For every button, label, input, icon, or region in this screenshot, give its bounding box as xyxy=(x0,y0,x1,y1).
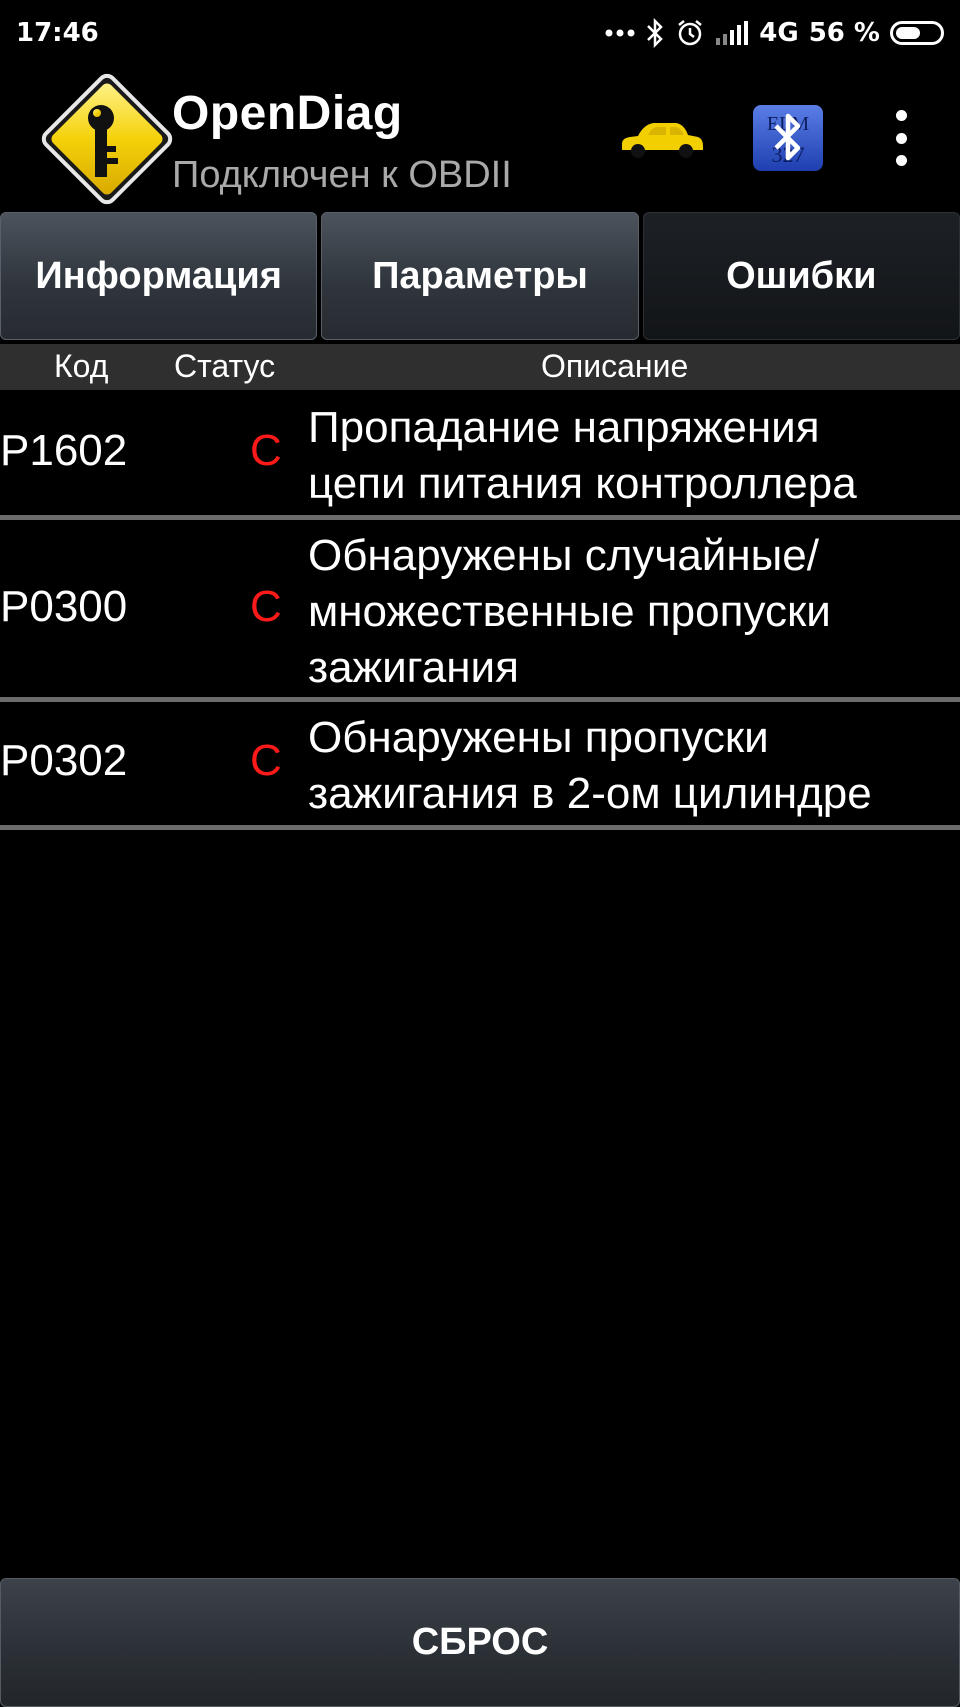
description-line: Обнаружены пропуски xyxy=(308,713,769,762)
app-title: OpenDiag xyxy=(172,87,403,140)
column-status: Статус xyxy=(174,348,276,384)
error-status: C xyxy=(250,736,282,785)
description-line: цепи питания контроллера xyxy=(308,459,857,508)
error-code: P0302 xyxy=(0,736,128,785)
description-line: Обнаружены случайные/ xyxy=(308,531,819,580)
description-line: множественные пропуски xyxy=(308,587,831,636)
description-line: зажигания в 2-ом цилиндре xyxy=(308,769,872,818)
signal-icon xyxy=(715,20,749,46)
tab-parameters[interactable]: Параметры xyxy=(321,212,639,340)
error-description: Обнаружены случайные/ множественные проп… xyxy=(308,528,958,696)
error-code: P1602 xyxy=(0,426,128,475)
column-description: Описание xyxy=(541,348,689,384)
battery-percent: 56 % xyxy=(808,18,880,48)
menu-dot xyxy=(895,110,907,121)
error-row[interactable]: P0300 C Обнаружены случайные/ множествен… xyxy=(0,520,960,702)
status-icons: 4G 56 % xyxy=(605,18,944,48)
battery-level xyxy=(896,27,920,39)
error-status: C xyxy=(250,426,282,475)
key-warning-sign-icon xyxy=(40,72,174,206)
more-vert-icon[interactable] xyxy=(884,110,918,166)
elm327-bluetooth-icon[interactable]: ELM 327 xyxy=(752,104,824,177)
error-list: P1602 C Пропадание напряжения цепи питан… xyxy=(0,392,960,830)
error-description: Пропадание напряжения цепи питания контр… xyxy=(308,400,958,512)
tab-information[interactable]: Информация xyxy=(0,212,318,340)
alarm-icon xyxy=(675,18,705,48)
status-bar: 17:46 4G 56 % xyxy=(0,0,960,66)
tab-bar: Информация Параметры Ошибки xyxy=(0,212,960,340)
column-code: Код xyxy=(54,348,109,384)
error-description: Обнаружены пропуски зажигания в 2-ом цил… xyxy=(308,710,958,822)
reset-button[interactable]: СБРОС xyxy=(0,1578,960,1707)
status-time: 17:46 xyxy=(16,18,99,48)
error-status: C xyxy=(250,582,282,631)
error-code: P0300 xyxy=(0,582,128,631)
car-icon[interactable] xyxy=(618,116,704,165)
table-header: Код Статус Описание xyxy=(0,344,960,390)
action-bar: OpenDiag Подключен к OBDII ELM 327 xyxy=(0,66,960,206)
bluetooth-status-icon xyxy=(645,18,665,48)
battery-icon xyxy=(890,21,944,45)
notification-dots-icon xyxy=(605,28,635,38)
network-type: 4G xyxy=(759,18,799,48)
connection-status: Подключен к OBDII xyxy=(172,154,512,196)
error-row[interactable]: P0302 C Обнаружены пропуски зажигания в … xyxy=(0,702,960,830)
description-line: зажигания xyxy=(308,643,519,692)
menu-dot xyxy=(895,155,907,166)
menu-dot xyxy=(895,132,907,144)
tab-errors[interactable]: Ошибки xyxy=(642,212,960,340)
description-line: Пропадание напряжения xyxy=(308,403,820,452)
error-row[interactable]: P1602 C Пропадание напряжения цепи питан… xyxy=(0,392,960,520)
